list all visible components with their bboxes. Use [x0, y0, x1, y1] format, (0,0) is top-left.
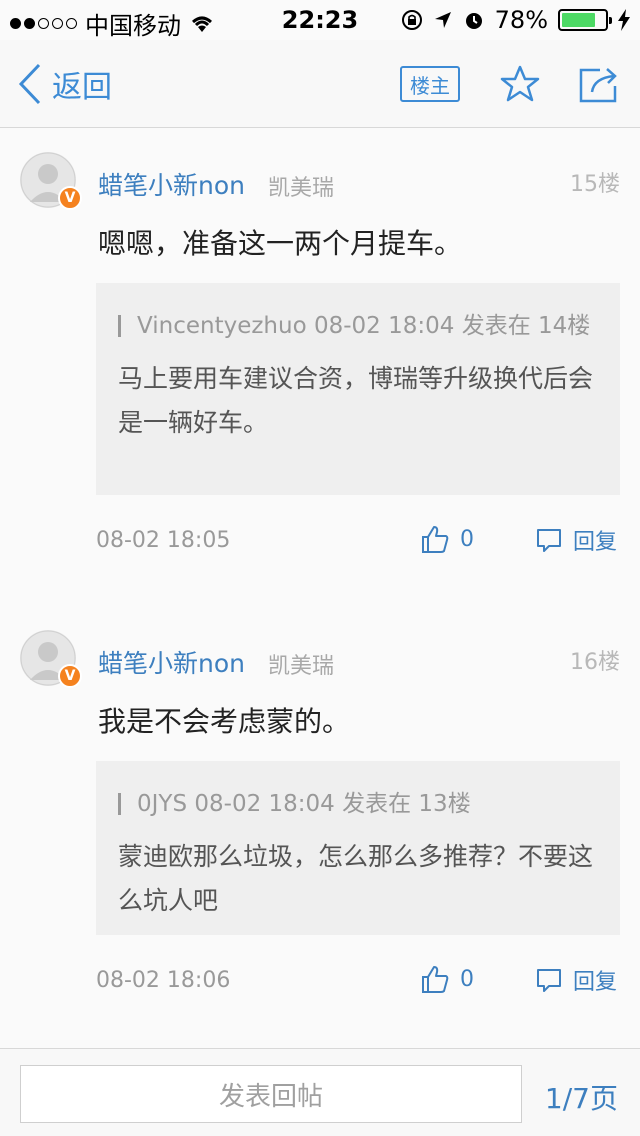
reply-input[interactable]: 发表回帖 [20, 1065, 522, 1123]
post-time: 08-02 18:05 [96, 528, 231, 553]
battery-icon [558, 9, 612, 31]
post-time: 08-02 18:06 [96, 968, 231, 993]
comment-icon [537, 969, 561, 992]
username[interactable]: 蜡笔小新non [98, 166, 245, 202]
back-button[interactable]: 返回 [18, 62, 112, 106]
battery-percent: 78% [494, 6, 548, 34]
floor-number: 15楼 [570, 172, 620, 197]
like-button[interactable]: 0 [420, 524, 474, 554]
car-model-tag: 凯美瑞 [268, 176, 335, 201]
like-count: 0 [460, 966, 474, 992]
username[interactable]: 蜡笔小新non [98, 644, 245, 680]
status-bar: 中国移动 22:23 78% [0, 0, 640, 40]
car-model-tag: 凯美瑞 [268, 654, 335, 679]
quote-text: 马上要用车建议合资，博瑞等升级换代后会是一辆好车。 [118, 364, 594, 437]
rotation-lock-icon [401, 10, 422, 30]
quote-meta: Vincentyezhuo 08-02 18:04 发表在 14楼 [118, 307, 598, 345]
quote-bar [118, 315, 121, 337]
quote-text: 蒙迪欧那么垃圾，怎么那么多推荐？不要这么坑人吧 [118, 842, 594, 915]
location-arrow-icon [434, 12, 451, 28]
page-indicator[interactable]: 1/7页 [545, 1077, 618, 1117]
reply-button[interactable]: 回复 [535, 964, 617, 996]
quote-meta-text: Vincentyezhuo 08-02 18:04 发表在 14楼 [137, 313, 591, 339]
reply-button[interactable]: 回复 [535, 524, 617, 556]
footer-bar: 发表回帖 1/7页 [0, 1048, 640, 1136]
share-button[interactable] [578, 64, 620, 108]
like-button[interactable]: 0 [420, 964, 474, 994]
verified-badge-icon: V [58, 664, 82, 688]
post-body: 我是不会考虑蒙的。 [98, 705, 351, 738]
back-label: 返回 [52, 70, 112, 105]
quote-meta: 0JYS 08-02 18:04 发表在 13楼 [118, 785, 598, 823]
chevron-left-icon [18, 63, 41, 105]
quoted-post: 0JYS 08-02 18:04 发表在 13楼 蒙迪欧那么垃圾，怎么那么多推荐… [96, 761, 620, 935]
verified-badge-icon: V [58, 186, 82, 210]
post-floor-15: V 蜡笔小新non 凯美瑞 15楼 嗯嗯，准备这一两个月提车。 Vincenty… [0, 128, 640, 598]
reply-label: 回复 [573, 530, 618, 555]
avatar[interactable]: V [20, 152, 82, 210]
nav-bar: 返回 楼主 [0, 40, 640, 128]
thumbs-up-icon [422, 966, 449, 993]
floor-number: 16楼 [570, 650, 620, 675]
charging-bolt-icon [618, 9, 630, 31]
status-right: 78% [401, 6, 630, 34]
reply-label: 回复 [573, 970, 618, 995]
post-floor-16: V 蜡笔小新non 凯美瑞 16楼 我是不会考虑蒙的。 0JYS 08-02 1… [0, 606, 640, 1046]
comment-icon [537, 529, 561, 552]
quote-bar [118, 793, 121, 815]
alarm-icon [465, 13, 482, 29]
star-icon [500, 65, 540, 102]
post-body: 嗯嗯，准备这一两个月提车。 [98, 227, 463, 260]
quote-meta-text: 0JYS 08-02 18:04 发表在 13楼 [137, 791, 471, 817]
quoted-post: Vincentyezhuo 08-02 18:04 发表在 14楼 马上要用车建… [96, 283, 620, 495]
favorite-button[interactable] [500, 64, 540, 108]
battery-fill [562, 13, 595, 27]
owner-only-button[interactable]: 楼主 [400, 66, 460, 102]
like-count: 0 [460, 526, 474, 552]
avatar[interactable]: V [20, 630, 82, 688]
share-icon [579, 68, 617, 103]
thumbs-up-icon [422, 526, 449, 553]
